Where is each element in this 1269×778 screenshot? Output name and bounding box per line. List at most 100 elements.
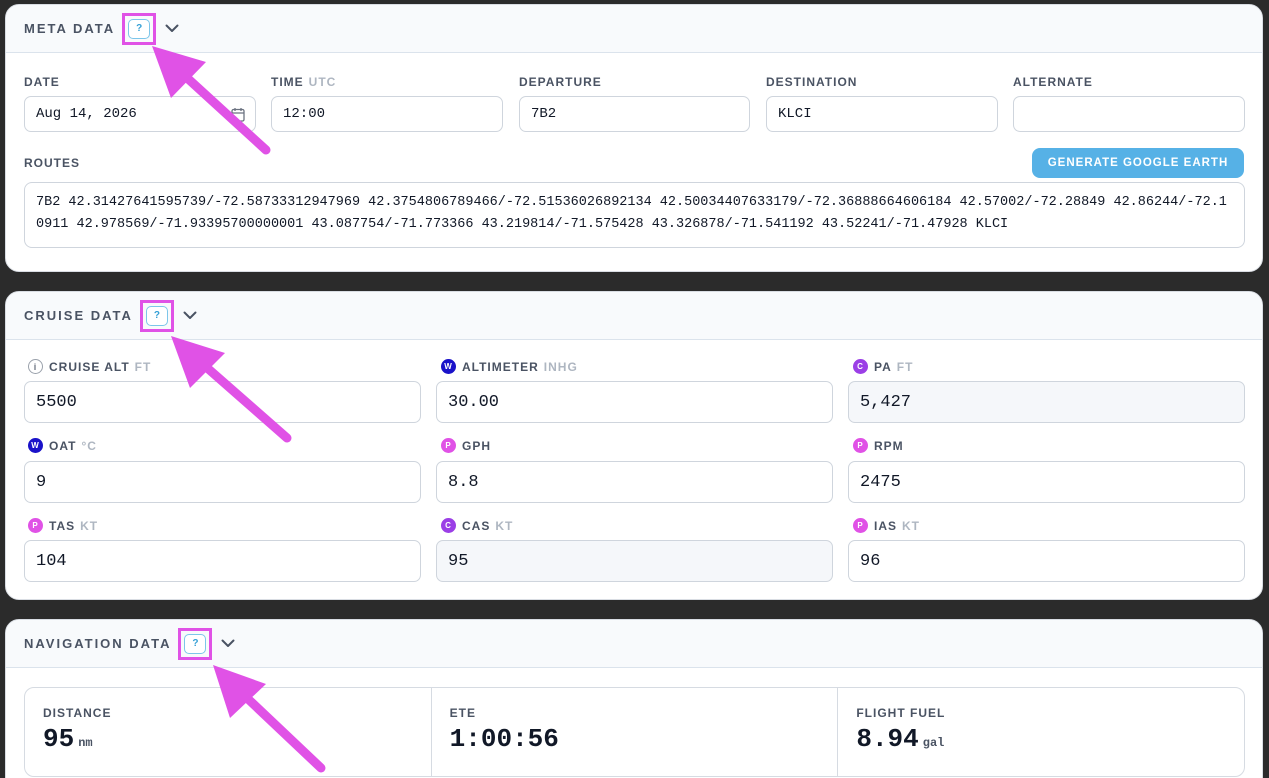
help-highlight-box: ? [139,299,174,332]
weather-badge-icon: W [441,359,456,374]
cruise-alt-label: i CRUISE ALT FT [28,359,151,374]
info-icon[interactable]: i [28,359,43,374]
alternate-input[interactable] [1013,96,1245,132]
chevron-down-icon[interactable] [182,308,198,324]
routes-textarea[interactable]: 7B2 42.31427641595739/-72.58733312947969… [24,182,1245,248]
destination-value: KLCI [778,106,812,122]
tas-input[interactable]: 104 [24,540,421,582]
date-value: Aug 14, 2026 [36,106,137,122]
distance-value-row: 95 nm [43,724,431,754]
altimeter-label-text: ALTIMETER [462,359,539,374]
chevron-down-icon[interactable] [164,21,180,37]
flight-fuel-label: FLIGHT FUEL [856,706,946,720]
alternate-label: ALTERNATE [1013,75,1093,89]
tas-value: 104 [36,551,67,571]
tas-unit: KT [80,518,99,533]
rpm-label-text: RPM [874,438,904,453]
navigation-help-button[interactable]: ? [184,633,207,654]
ete-value-row: 1:00:56 [450,724,838,754]
ete-stat: ETE 1:00:56 [432,688,839,776]
help-highlight-box: ? [122,12,157,45]
pa-unit: FT [896,359,914,374]
cruise-alt-unit: FT [134,359,152,374]
flight-fuel-value-row: 8.94 gal [856,724,1244,754]
altimeter-label: W ALTIMETER INHG [441,359,578,374]
performance-badge-icon: P [853,518,868,533]
ete-label: ETE [449,706,477,720]
gph-input[interactable]: 8.8 [436,461,833,503]
tas-label: P TAS KT [28,518,98,533]
cas-unit: KT [495,518,514,533]
rpm-value: 2475 [860,472,901,492]
flight-fuel-unit: gal [922,736,945,750]
ias-input[interactable]: 96 [848,540,1245,582]
gph-label-text: GPH [462,438,492,453]
cas-value: 95 [448,551,469,571]
time-value: 12:00 [283,106,326,122]
altimeter-unit: INHG [543,359,578,374]
date-input[interactable]: Aug 14, 2026 [24,96,256,132]
altimeter-input[interactable]: 30.00 [436,381,833,423]
chevron-down-icon[interactable] [220,636,236,652]
ias-label: P IAS KT [853,518,920,533]
departure-value: 7B2 [531,106,557,122]
pa-label: C PA FT [853,359,913,374]
navigation-data-title: NAVIGATION DATA [24,636,172,651]
flight-fuel-value: 8.94 [856,724,919,754]
cruise-data-card: CRUISE DATA ? i CRUISE ALT FT 5500 W ALT… [5,291,1263,600]
navigation-data-card: NAVIGATION DATA ? DISTANCE 95 nm ETE 1:0… [5,619,1263,778]
altimeter-value: 30.00 [448,392,500,412]
pa-value: 5,427 [860,392,912,412]
flight-fuel-stat: FLIGHT FUEL 8.94 gal [838,688,1244,776]
routes-label: ROUTES [24,156,81,170]
calendar-icon[interactable] [231,107,245,127]
meta-data-card: META DATA ? DATE Aug 14, 2026 TIME UTC 1… [5,4,1263,272]
cruise-help-button[interactable]: ? [145,305,168,326]
ias-label-text: IAS [874,518,898,533]
gph-label: P GPH [441,438,491,453]
cruise-alt-label-text: CRUISE ALT [49,359,130,374]
cas-input: 95 [436,540,833,582]
help-highlight-box: ? [178,627,213,660]
meta-help-button[interactable]: ? [128,18,151,39]
cruise-data-title: CRUISE DATA [24,308,133,323]
distance-unit: nm [78,736,93,750]
oat-label: W OAT °C [28,438,97,453]
tas-label-text: TAS [49,518,76,533]
destination-input[interactable]: KLCI [766,96,998,132]
time-label-text: TIME [271,75,304,89]
distance-label: DISTANCE [43,706,112,720]
navigation-data-header[interactable]: NAVIGATION DATA ? [6,620,1262,668]
calculated-badge-icon: C [853,359,868,374]
performance-badge-icon: P [28,518,43,533]
time-input[interactable]: 12:00 [271,96,503,132]
cas-label-text: CAS [462,518,491,533]
meta-data-header[interactable]: META DATA ? [6,5,1262,53]
ias-value: 96 [860,551,881,571]
performance-badge-icon: P [853,438,868,453]
calculated-badge-icon: C [441,518,456,533]
ias-unit: KT [902,518,921,533]
distance-stat: DISTANCE 95 nm [25,688,432,776]
pa-input: 5,427 [848,381,1245,423]
oat-value: 9 [36,472,47,492]
rpm-label: P RPM [853,438,904,453]
rpm-input[interactable]: 2475 [848,461,1245,503]
weather-badge-icon: W [28,438,43,453]
ete-value: 1:00:56 [449,724,559,754]
pa-label-text: PA [874,359,892,374]
departure-label: DEPARTURE [519,75,602,89]
distance-value: 95 [43,724,75,754]
oat-label-text: OAT [49,438,77,453]
departure-input[interactable]: 7B2 [519,96,750,132]
gph-value: 8.8 [448,472,479,492]
time-label: TIME UTC [271,75,336,89]
performance-badge-icon: P [441,438,456,453]
cruise-data-header[interactable]: CRUISE DATA ? [6,292,1262,340]
cruise-alt-input[interactable]: 5500 [24,381,421,423]
oat-input[interactable]: 9 [24,461,421,503]
generate-google-earth-button[interactable]: GENERATE GOOGLE EARTH [1032,148,1244,178]
date-label: DATE [24,75,60,89]
cruise-alt-value: 5500 [36,392,77,412]
time-unit: UTC [308,75,337,89]
